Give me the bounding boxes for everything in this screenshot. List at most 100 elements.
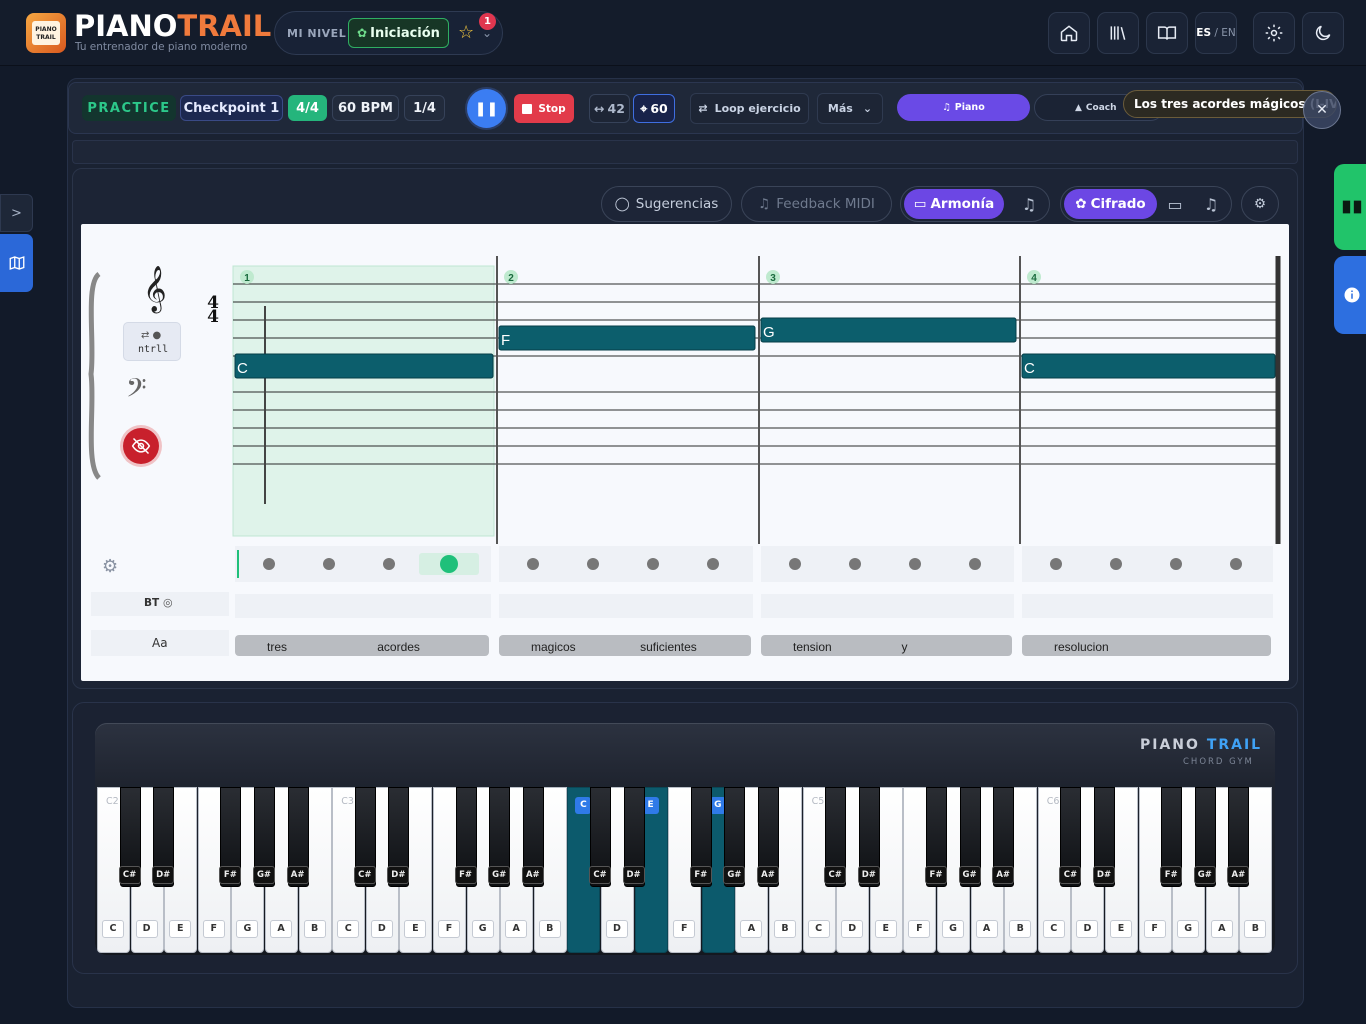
chord-label: C xyxy=(237,360,248,377)
score-settings-button[interactable]: ⚙ xyxy=(1241,186,1279,222)
app-logo[interactable]: PIANO TRAIL xyxy=(26,13,66,53)
target-icon[interactable]: ◎ xyxy=(163,596,173,609)
cipher-toggle[interactable]: ✿ Cifrado xyxy=(1064,189,1157,219)
close-tooltip-button[interactable]: ✕ xyxy=(1303,91,1341,129)
beat-dot[interactable] xyxy=(1170,558,1182,570)
book-open-icon xyxy=(1157,26,1177,40)
pause-button[interactable]: ❚❚ xyxy=(467,89,506,128)
target-button[interactable]: ⌖ 60 xyxy=(633,94,675,123)
chord-bar[interactable] xyxy=(498,325,756,351)
hide-notes-button[interactable] xyxy=(123,428,159,464)
beat-dot[interactable] xyxy=(323,558,335,570)
piano-brand-b: TRAIL xyxy=(1206,737,1263,753)
chord-bar[interactable] xyxy=(1021,353,1276,379)
chevron-down-icon[interactable]: ⌄ xyxy=(482,26,492,40)
beat-dot[interactable] xyxy=(1110,558,1122,570)
tab-piano[interactable]: ♫ Piano xyxy=(897,94,1030,121)
home-button[interactable] xyxy=(1048,12,1090,54)
sidebar-expand-button[interactable]: > xyxy=(0,194,33,232)
range-button[interactable]: ↔ 42 xyxy=(589,94,630,123)
suggestions-label: Sugerencias xyxy=(635,196,719,212)
gear-icon xyxy=(1265,24,1283,42)
cipher-book-icon[interactable]: ▭ xyxy=(1164,193,1186,215)
beat-dot[interactable] xyxy=(909,558,921,570)
lyric-word: acordes xyxy=(377,640,420,654)
progress-strip xyxy=(72,140,1298,164)
more-menu-button[interactable]: Más ⌄ xyxy=(817,93,883,124)
white-key-label: F xyxy=(202,920,225,938)
time-signature-badge[interactable]: 4/4 xyxy=(288,95,327,121)
white-key-label: G xyxy=(1177,920,1200,938)
beat-dot[interactable] xyxy=(707,558,719,570)
beat-dot[interactable] xyxy=(440,555,458,573)
music-note-icon: ♫ xyxy=(942,102,951,113)
chord-bar[interactable] xyxy=(760,317,1017,343)
more-label: Más xyxy=(827,102,853,115)
beat-dot[interactable] xyxy=(527,558,539,570)
control-toggle[interactable]: ⇄ ● ntrll xyxy=(123,322,181,361)
beat-dot[interactable] xyxy=(383,558,395,570)
subdivision-button[interactable]: 1/4 xyxy=(404,95,445,121)
piano-subtitle: CHORD GYM xyxy=(1183,757,1254,767)
beat-dot[interactable] xyxy=(969,558,981,570)
black-key-label: D# xyxy=(152,866,175,884)
white-key-label: A xyxy=(740,920,763,938)
black-key-label: A# xyxy=(286,866,309,884)
beat-dot[interactable] xyxy=(849,558,861,570)
book-button[interactable] xyxy=(1146,12,1188,54)
info-tab[interactable] xyxy=(1334,256,1366,334)
octave-label: C3 xyxy=(341,796,354,807)
loop-button[interactable]: ⇄ Loop ejercicio xyxy=(690,93,809,124)
logo-text: PIANO TRAIL xyxy=(32,21,60,45)
tab-coach-label: Coach xyxy=(1085,102,1117,113)
book-open-icon: ▭ xyxy=(913,196,927,212)
beat-dot[interactable] xyxy=(647,558,659,570)
white-key-label: E xyxy=(874,920,897,938)
language-toggle[interactable]: ES / EN xyxy=(1195,12,1237,54)
suggestions-button[interactable]: ◯ Sugerencias xyxy=(601,186,732,222)
gear-icon[interactable]: ⚙ xyxy=(102,556,118,577)
beat-dot[interactable] xyxy=(263,558,275,570)
tempo-button[interactable]: 60 BPM xyxy=(332,95,399,121)
map-icon xyxy=(9,256,24,270)
black-key-label: C# xyxy=(1059,866,1082,884)
repeat-icon: ⇄ xyxy=(698,102,708,115)
measure-number: 3 xyxy=(770,273,776,284)
lyric-word: tres xyxy=(267,640,287,654)
stop-button[interactable]: Stop xyxy=(514,94,574,123)
palette-icon: ✿ xyxy=(1075,196,1087,212)
piano-brand: PIANO TRAIL xyxy=(1140,737,1262,753)
chevron-down-icon: ⌄ xyxy=(862,102,873,115)
checkpoint-selector[interactable]: Checkpoint 1 xyxy=(180,95,283,121)
white-key-label: D xyxy=(841,920,864,938)
map-tab[interactable] xyxy=(0,234,33,292)
black-key-label: F# xyxy=(454,866,477,884)
black-key-label: D# xyxy=(387,866,410,884)
beat-dot[interactable] xyxy=(1230,558,1242,570)
white-key-label: D xyxy=(606,920,628,938)
lesson-book-tab[interactable] xyxy=(1334,164,1366,250)
beat-dot[interactable] xyxy=(587,558,599,570)
harmony-notes-icon[interactable]: ♫ xyxy=(1018,193,1040,215)
white-key-label: D xyxy=(135,920,158,938)
chord-bar[interactable] xyxy=(234,353,494,379)
settings-button[interactable] xyxy=(1253,12,1295,54)
star-icon[interactable]: ☆ xyxy=(458,22,474,43)
tab-piano-label: Piano xyxy=(954,102,985,113)
midi-feedback-button[interactable]: ♫ Feedback MIDI xyxy=(741,186,892,222)
level-value: Iniciación xyxy=(370,25,440,41)
treble-clef-icon: 𝄞 xyxy=(143,266,167,312)
theme-toggle[interactable] xyxy=(1302,12,1344,54)
library-button[interactable] xyxy=(1097,12,1139,54)
language-label: ES / EN xyxy=(1196,27,1235,39)
harmony-toggle[interactable]: ▭ Armonía xyxy=(904,189,1004,219)
level-button[interactable]: ✿ Iniciación xyxy=(348,18,449,48)
white-key-label: E xyxy=(169,920,192,938)
beat-dot[interactable] xyxy=(1050,558,1062,570)
cipher-notes-icon[interactable]: ♫ xyxy=(1200,193,1222,215)
black-key-label: F# xyxy=(1160,866,1183,884)
white-key-label: F xyxy=(673,920,696,938)
beat-dot[interactable] xyxy=(789,558,801,570)
practice-mode-badge: PRACTICE xyxy=(82,95,176,121)
swap-icon: ⇄ ● xyxy=(141,330,162,341)
